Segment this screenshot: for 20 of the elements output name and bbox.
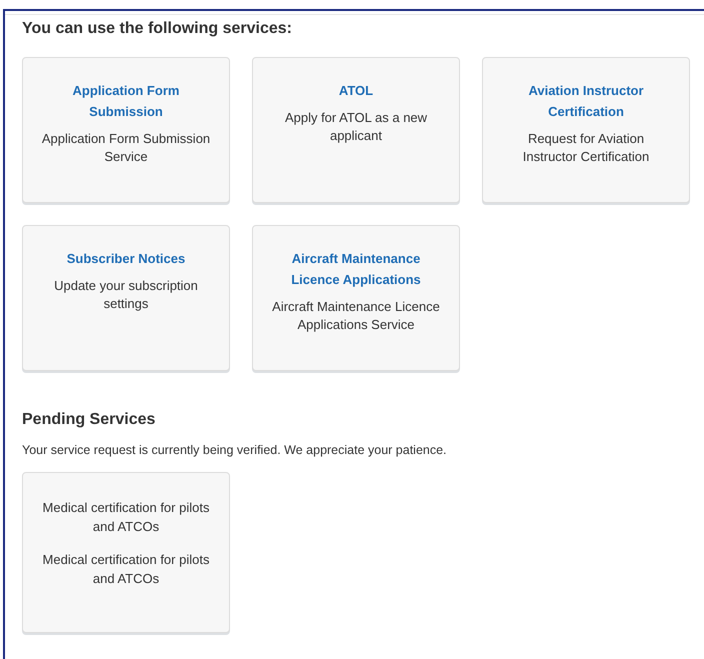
service-link[interactable]: Aviation Instructor Certification: [501, 80, 671, 122]
service-card[interactable]: Subscriber Notices Update your subscription settings: [22, 225, 230, 371]
service-link[interactable]: Aircraft Maintenance Licence Applications: [271, 248, 441, 290]
service-description: Application Form Submission Service: [41, 130, 211, 166]
service-description: Apply for ATOL as a new applicant: [284, 109, 428, 145]
service-description: Medical certification for pilots and ATCOs: [42, 499, 210, 536]
service-card[interactable]: ATOL Apply for ATOL as a new applicant: [252, 57, 460, 203]
service-description: Aircraft Maintenance Licence Applications Service: [271, 298, 441, 334]
section-heading: Pending Services: [22, 410, 156, 430]
service-link[interactable]: Subscriber Notices: [41, 248, 211, 269]
service-description: Update your subscription settings: [53, 277, 199, 313]
section-heading: You can use the following services:: [22, 19, 293, 39]
service-link[interactable]: Application Form Submission: [41, 80, 211, 122]
service-card[interactable]: Application Form Submission Application Form Submission Service: [22, 57, 230, 203]
service-card[interactable]: Aircraft Maintenance Licence Applications Aircraft Maintenance Licence Applications Service: [252, 225, 460, 371]
service-card[interactable]: Aviation Instructor Certification Request for Aviation Instructor Certification: [482, 57, 690, 203]
status-message: Your service request is currently being verified. We appreciate your patience.: [22, 442, 448, 458]
service-description: Medical certification for pilots and ATCOs: [42, 551, 210, 588]
service-link[interactable]: ATOL: [271, 80, 441, 101]
service-description: Request for Aviation Instructor Certification: [522, 130, 650, 166]
